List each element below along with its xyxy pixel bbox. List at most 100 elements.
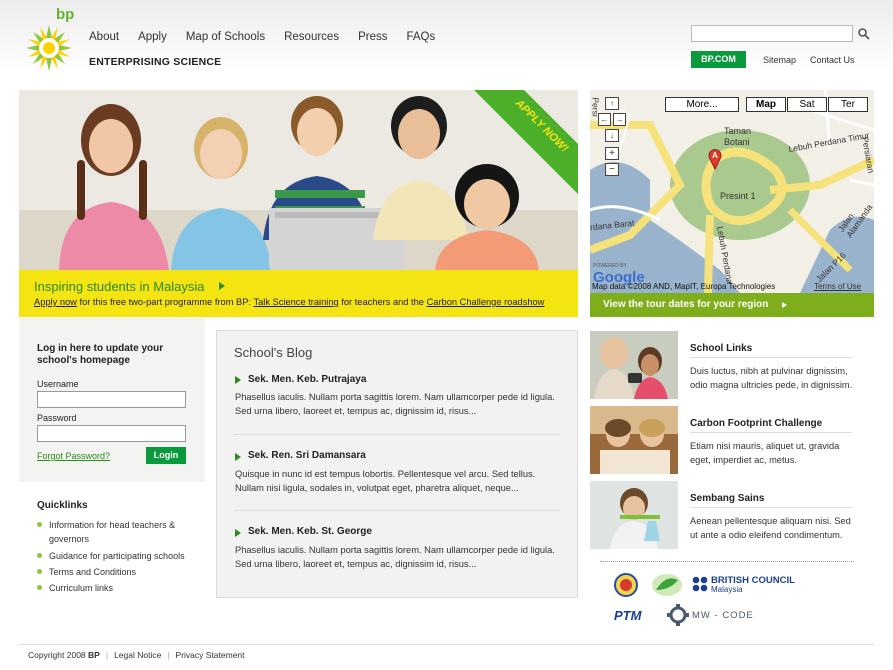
bp-wordmark: bp	[56, 6, 75, 23]
blog-divider	[234, 510, 560, 511]
map-pan-up-icon[interactable]: ↑	[605, 97, 619, 110]
sembang-sains-title[interactable]: Sembang Sains	[690, 493, 764, 504]
site-tagline: ENTERPRISING SCIENCE	[89, 56, 222, 68]
nav-resources[interactable]: Resources	[284, 31, 339, 43]
blog-post-line: Phasellus iaculis. Nullam porta sagittis…	[235, 545, 555, 555]
quicklink-guidance[interactable]: Guidance for participating schools	[37, 549, 185, 563]
feature-line: Aenean pellentesque aliquam nisi. Sed	[690, 516, 851, 526]
login-button[interactable]: Login	[146, 447, 186, 464]
tour-dates-link[interactable]: View the tour dates for your region	[603, 299, 768, 310]
hero-desc-text-2: for teachers and the	[338, 297, 427, 307]
quicklink-label[interactable]: governors	[49, 534, 89, 544]
mw-code-logo[interactable]: MW - CODE	[692, 610, 754, 621]
quicklink-terms[interactable]: Terms and Conditions	[37, 565, 136, 579]
hero-title[interactable]: Inspiring students in Malaysia	[34, 279, 205, 294]
blog-arrow-icon	[235, 453, 241, 461]
password-field[interactable]	[37, 425, 186, 442]
map-zoom-in-icon[interactable]: +	[605, 147, 619, 160]
apply-now-link[interactable]: Apply now	[34, 297, 77, 307]
bpcom-button[interactable]: BP.COM	[691, 51, 746, 68]
carbon-footprint-thumbnail[interactable]	[590, 406, 678, 474]
footer-separator: |	[105, 650, 109, 660]
footer-divider	[19, 644, 874, 645]
map-type-sat-button[interactable]: Sat	[787, 97, 827, 112]
nav-map-of-schools[interactable]: Map of Schools	[186, 31, 265, 43]
map-zoom-out-icon[interactable]: −	[605, 163, 619, 176]
footer-separator: |	[167, 650, 170, 660]
map-type-map-button[interactable]: Map	[746, 97, 786, 112]
username-field[interactable]	[37, 391, 186, 408]
sembang-sains-text: Aenean pellentesque aliquam nisi. Sed ut …	[690, 514, 860, 542]
british-council-name: BRITISH COUNCIL	[711, 575, 795, 586]
nav-about[interactable]: About	[89, 31, 119, 43]
map-pan-left-icon[interactable]: ←	[598, 113, 611, 126]
quicklink-head-teachers[interactable]: Information for head teachers & governors	[37, 518, 175, 546]
feature-line: odio magna ultricies pede, in dignissim.	[690, 380, 853, 390]
sembang-sains-thumbnail[interactable]	[590, 481, 678, 549]
copyright-label: Copyright 2008	[28, 650, 86, 660]
children-photo	[19, 90, 578, 270]
hero-description: Apply now for this free two-part program…	[34, 297, 544, 307]
privacy-statement-link[interactable]: Privacy Statement	[176, 650, 245, 660]
google-map[interactable]: A Taman Botani Presint 1 Lebuh Perdana T…	[590, 90, 874, 293]
school-links-thumbnail[interactable]	[590, 331, 678, 399]
blog-post-heading[interactable]: Sek. Men. Keb. Putrajaya	[248, 374, 366, 385]
quicklink-label[interactable]: Information for head teachers &	[49, 520, 175, 530]
blog-post-line: Sed urna libero, laoreet et, tempus ac, …	[235, 406, 477, 416]
sembang-sains-photo	[590, 481, 678, 549]
talk-science-link[interactable]: Talk Science training	[253, 297, 338, 307]
map-type-ter-button[interactable]: Ter	[828, 97, 868, 112]
blog-post-line: Nullam nisi ligula, sodales in, volutpat…	[235, 483, 519, 493]
nav-press[interactable]: Press	[358, 31, 387, 43]
copyright-text: Copyright 2008 BP	[28, 650, 100, 660]
map-pan-down-icon[interactable]: ↓	[605, 129, 619, 142]
quicklink-curriculum[interactable]: Curriculum links	[37, 581, 113, 595]
search-icon[interactable]	[857, 27, 871, 41]
british-council-text: BRITISH COUNCIL Malaysia	[711, 576, 795, 594]
green-leaf-logo[interactable]	[650, 572, 684, 598]
map-attribution: Map data ©2008 AND, MapIT, Europa Techno…	[592, 282, 776, 291]
mw-code-gear-icon	[667, 604, 689, 626]
feature-line: ut ante a odio eleifend condimentum.	[690, 530, 843, 540]
school-links-title[interactable]: School Links	[690, 343, 752, 354]
carbon-challenge-link[interactable]: Carbon Challenge roadshow	[427, 297, 545, 307]
sitemap-link[interactable]: Sitemap	[763, 55, 796, 65]
blog-post-text: Quisque in nunc id est tempus lobortis. …	[235, 467, 565, 495]
map-pan-right-icon[interactable]: →	[613, 113, 626, 126]
british-council-logo[interactable]: BRITISH COUNCIL Malaysia	[692, 576, 795, 594]
feature-divider	[690, 432, 852, 433]
map-more-button[interactable]: More...	[665, 97, 739, 112]
school-links-text: Duis luctus, nibh at pulvinar dignissim,…	[690, 364, 860, 392]
ministry-crest-logo[interactable]	[612, 572, 640, 598]
blog-post-heading[interactable]: Sek. Ren. Sri Damansara	[248, 450, 366, 461]
legal-notice-link[interactable]: Legal Notice	[114, 650, 161, 660]
nav-apply[interactable]: Apply	[138, 31, 167, 43]
ptm-logo[interactable]: PTM	[614, 608, 641, 623]
partners-divider	[600, 561, 854, 562]
search-input[interactable]	[691, 25, 853, 42]
main-nav: About Apply Map of Schools Resources Pre…	[89, 31, 435, 43]
british-council-country: Malaysia	[711, 585, 743, 594]
carbon-footprint-title[interactable]: Carbon Footprint Challenge	[690, 418, 822, 429]
blog-post-heading[interactable]: Sek. Men. Keb. St. George	[248, 526, 372, 537]
contact-link[interactable]: Contact Us	[810, 55, 855, 65]
feature-divider	[690, 507, 852, 508]
carbon-footprint-text: Etiam nisi mauris, aliquet ut, gravida eg…	[690, 439, 860, 467]
feature-line: Etiam nisi mauris, aliquet ut, gravida	[690, 441, 840, 451]
hero-arrow-icon	[219, 282, 225, 290]
quicklinks-title: Quicklinks	[37, 500, 88, 511]
blog-divider	[234, 434, 560, 435]
nav-faqs[interactable]: FAQs	[406, 31, 435, 43]
feature-divider	[690, 357, 852, 358]
feature-line: eget, imperdiet ac, metus.	[690, 455, 797, 465]
hero-banner[interactable]: APPLY NOW!	[19, 90, 578, 270]
login-title: Log in here to update your school's home…	[37, 343, 164, 366]
carbon-footprint-photo	[590, 406, 678, 474]
map-terms-link[interactable]: Terms of Use	[814, 282, 861, 291]
forgot-password-link[interactable]: Forgot Password?	[37, 451, 110, 461]
tour-dates-arrow-icon	[782, 302, 787, 308]
blog-title: School's Blog	[234, 345, 313, 360]
map-label-taman-botani: Taman Botani	[724, 126, 752, 147]
password-label: Password	[37, 413, 77, 423]
feature-line: Duis luctus, nibh at pulvinar dignissim,	[690, 366, 848, 376]
